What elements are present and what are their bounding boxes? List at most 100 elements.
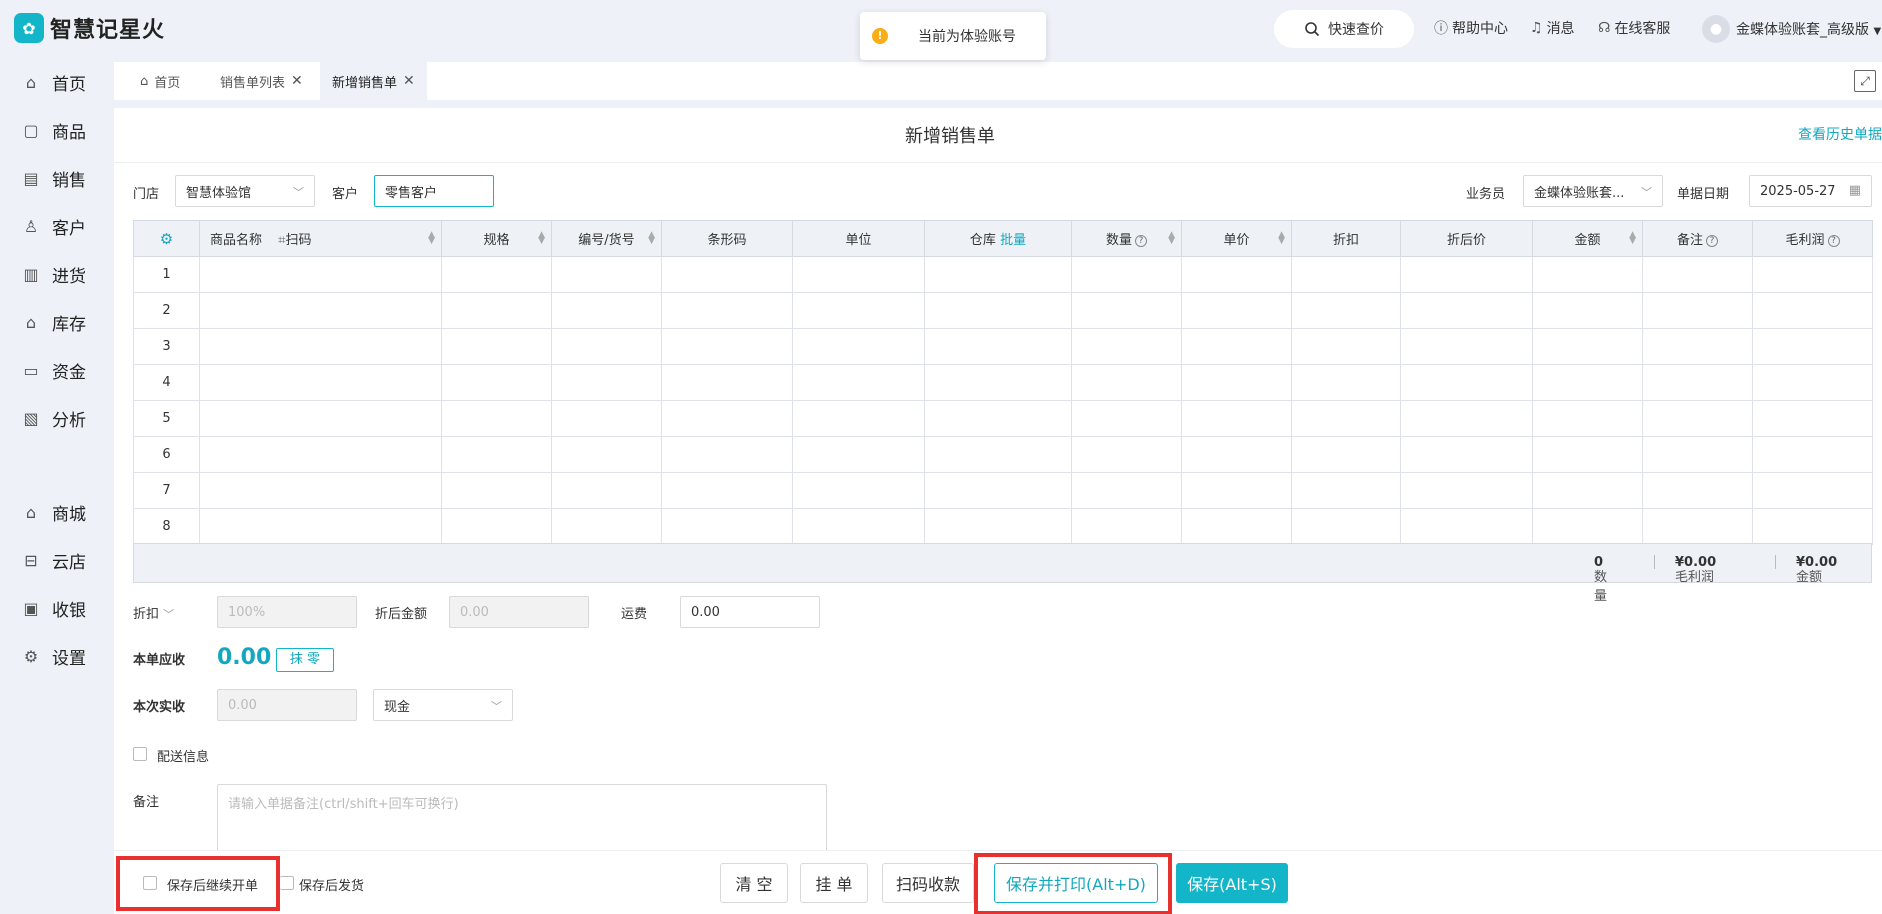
- table-cell[interactable]: [1291, 508, 1401, 545]
- help-icon[interactable]: ?: [1827, 234, 1840, 247]
- table-cell[interactable]: [199, 364, 442, 401]
- table-cell[interactable]: [199, 256, 442, 293]
- table-cell[interactable]: [1291, 436, 1401, 473]
- table-cell[interactable]: [1181, 292, 1292, 329]
- sidebar-item-products[interactable]: ▢ 商品: [22, 118, 86, 143]
- sidebar-item-settings[interactable]: ⚙ 设置: [22, 644, 86, 669]
- column-product-name[interactable]: 商品名称 ⌗扫码 ▲ ▼: [199, 220, 442, 257]
- table-cell[interactable]: [1642, 508, 1753, 545]
- sort-icon[interactable]: ▲ ▼: [538, 231, 545, 246]
- avatar[interactable]: ●: [1702, 15, 1730, 43]
- table-cell[interactable]: [1400, 400, 1533, 437]
- table-cell[interactable]: [1642, 436, 1753, 473]
- table-cell[interactable]: [661, 508, 793, 545]
- tab-new-sales-order[interactable]: 新增销售单 ✕: [320, 62, 427, 100]
- table-cell[interactable]: [792, 292, 925, 329]
- table-cell[interactable]: [551, 364, 662, 401]
- table-cell[interactable]: [441, 292, 552, 329]
- table-cell[interactable]: [441, 328, 552, 365]
- sort-icon[interactable]: ▲ ▼: [648, 231, 655, 246]
- table-cell[interactable]: [1071, 256, 1182, 293]
- tab-sales-list[interactable]: 销售单列表 ✕: [220, 62, 303, 100]
- table-cell[interactable]: [441, 400, 552, 437]
- table-cell[interactable]: [924, 364, 1072, 401]
- payment-method-select[interactable]: 现金 ﹀: [373, 689, 513, 721]
- help-icon[interactable]: ?: [1135, 234, 1147, 247]
- remark-textarea[interactable]: 请输入单据备注(ctrl/shift+回车可换行): [217, 784, 827, 854]
- sidebar-item-customers[interactable]: ♙ 客户: [22, 214, 86, 239]
- table-cell[interactable]: [792, 400, 925, 437]
- clear-button[interactable]: 清 空: [720, 863, 788, 903]
- table-cell[interactable]: [1181, 328, 1292, 365]
- sort-icon[interactable]: ▲ ▼: [1278, 231, 1285, 246]
- table-cell[interactable]: [924, 508, 1072, 545]
- scan-label[interactable]: 扫码: [285, 233, 311, 248]
- table-cell[interactable]: [551, 400, 662, 437]
- table-cell[interactable]: [1752, 328, 1873, 365]
- table-cell[interactable]: [1532, 364, 1643, 401]
- table-cell[interactable]: [1071, 328, 1182, 365]
- table-cell[interactable]: [1642, 292, 1753, 329]
- table-cell[interactable]: [1071, 364, 1182, 401]
- table-cell[interactable]: [1400, 508, 1533, 545]
- customer-input[interactable]: 零售客户: [374, 175, 494, 207]
- table-cell[interactable]: [1532, 436, 1643, 473]
- table-cell[interactable]: [792, 436, 925, 473]
- table-cell[interactable]: [924, 328, 1072, 365]
- table-cell[interactable]: [661, 400, 793, 437]
- table-cell[interactable]: [199, 292, 442, 329]
- close-icon[interactable]: ✕: [291, 73, 303, 89]
- quick-price-button[interactable]: 快速查价: [1274, 10, 1414, 48]
- table-cell[interactable]: [1752, 508, 1873, 545]
- table-cell[interactable]: [661, 256, 793, 293]
- table-cell[interactable]: [1642, 400, 1753, 437]
- table-cell[interactable]: [1532, 472, 1643, 509]
- freight-input[interactable]: 0.00: [680, 596, 820, 628]
- table-cell[interactable]: [1752, 364, 1873, 401]
- table-cell[interactable]: [1752, 292, 1873, 329]
- table-cell[interactable]: [1181, 472, 1292, 509]
- table-cell[interactable]: [1400, 292, 1533, 329]
- table-cell[interactable]: [924, 472, 1072, 509]
- column-settings[interactable]: ⚙: [133, 220, 200, 257]
- continue-after-save-checkbox[interactable]: [143, 876, 157, 890]
- ship-after-save-checkbox[interactable]: [280, 876, 294, 890]
- table-cell[interactable]: [1181, 400, 1292, 437]
- sort-icon[interactable]: ▲ ▼: [1168, 231, 1175, 246]
- column-quantity[interactable]: 数量? ▲ ▼: [1071, 220, 1182, 257]
- table-cell[interactable]: [1642, 472, 1753, 509]
- table-cell[interactable]: [1181, 364, 1292, 401]
- table-cell[interactable]: [1400, 364, 1533, 401]
- table-cell[interactable]: [1291, 328, 1401, 365]
- fullscreen-icon[interactable]: ⤢: [1854, 70, 1876, 92]
- table-cell[interactable]: [551, 292, 662, 329]
- table-cell[interactable]: [1642, 328, 1753, 365]
- delivery-info-checkbox[interactable]: [133, 747, 147, 761]
- table-cell[interactable]: [1532, 256, 1643, 293]
- table-cell[interactable]: [1532, 328, 1643, 365]
- sidebar-item-funds[interactable]: ▭ 资金: [22, 358, 86, 383]
- ship-after-save-label[interactable]: 保存后发货: [299, 875, 364, 894]
- delivery-info-label[interactable]: 配送信息: [157, 746, 209, 765]
- table-cell[interactable]: [441, 436, 552, 473]
- table-cell[interactable]: [441, 472, 552, 509]
- table-cell[interactable]: [551, 328, 662, 365]
- table-cell[interactable]: [661, 436, 793, 473]
- discount-dropdown[interactable]: 折扣 ﹀: [133, 603, 174, 622]
- table-cell[interactable]: [199, 400, 442, 437]
- messages-link[interactable]: ♫ 消息: [1530, 18, 1575, 38]
- table-cell[interactable]: [1752, 436, 1873, 473]
- history-orders-link[interactable]: 查看历史单据: [1798, 124, 1882, 144]
- sidebar-item-cloud-store[interactable]: ⊟ 云店: [22, 548, 86, 573]
- table-cell[interactable]: [199, 328, 442, 365]
- table-cell[interactable]: [792, 364, 925, 401]
- table-cell[interactable]: [1752, 400, 1873, 437]
- table-cell[interactable]: [1291, 400, 1401, 437]
- date-picker[interactable]: 2025-05-27 ▦: [1749, 175, 1872, 207]
- table-cell[interactable]: [199, 508, 442, 545]
- table-cell[interactable]: [199, 436, 442, 473]
- table-cell[interactable]: [1181, 256, 1292, 293]
- sidebar-item-inventory[interactable]: ⌂ 库存: [22, 310, 86, 335]
- table-cell[interactable]: [1291, 292, 1401, 329]
- table-cell[interactable]: [661, 472, 793, 509]
